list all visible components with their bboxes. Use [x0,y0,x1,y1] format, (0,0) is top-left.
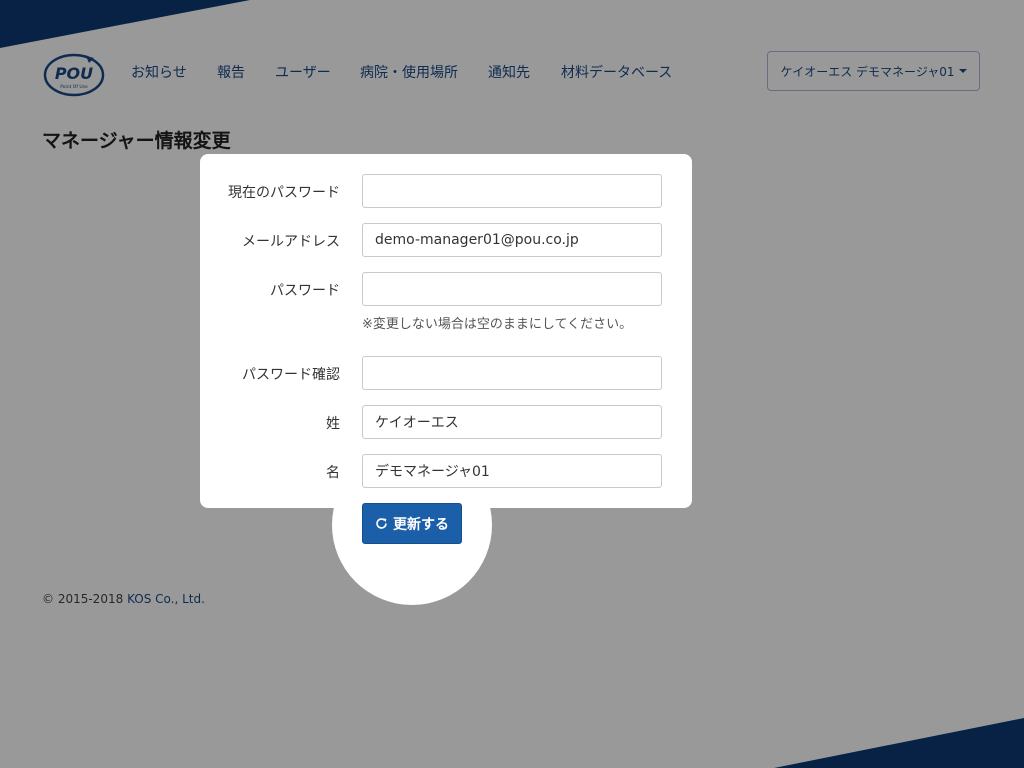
email-label: メールアドレス [242,234,340,250]
password-help-text: ※変更しない場合は空のままにしてください。 [362,317,633,332]
password-input[interactable] [362,272,662,306]
update-button-label: 更新する [393,516,449,533]
manager-edit-form: 現在のパスワード メールアドレス パスワード ※変更しない場合は空のままにしてく… [200,154,692,508]
current-password-input[interactable] [362,174,662,208]
password-label: パスワード [270,283,340,299]
password-confirm-input[interactable] [362,356,662,390]
current-password-label: 現在のパスワード [228,185,340,201]
update-button[interactable]: 更新する [362,503,462,544]
last-name-input[interactable] [362,405,662,439]
last-name-label: 姓 [326,416,340,432]
email-input[interactable] [362,223,662,257]
password-confirm-label: パスワード確認 [242,367,340,383]
first-name-label: 名 [326,465,340,481]
refresh-icon [376,518,387,529]
first-name-input[interactable] [362,454,662,488]
